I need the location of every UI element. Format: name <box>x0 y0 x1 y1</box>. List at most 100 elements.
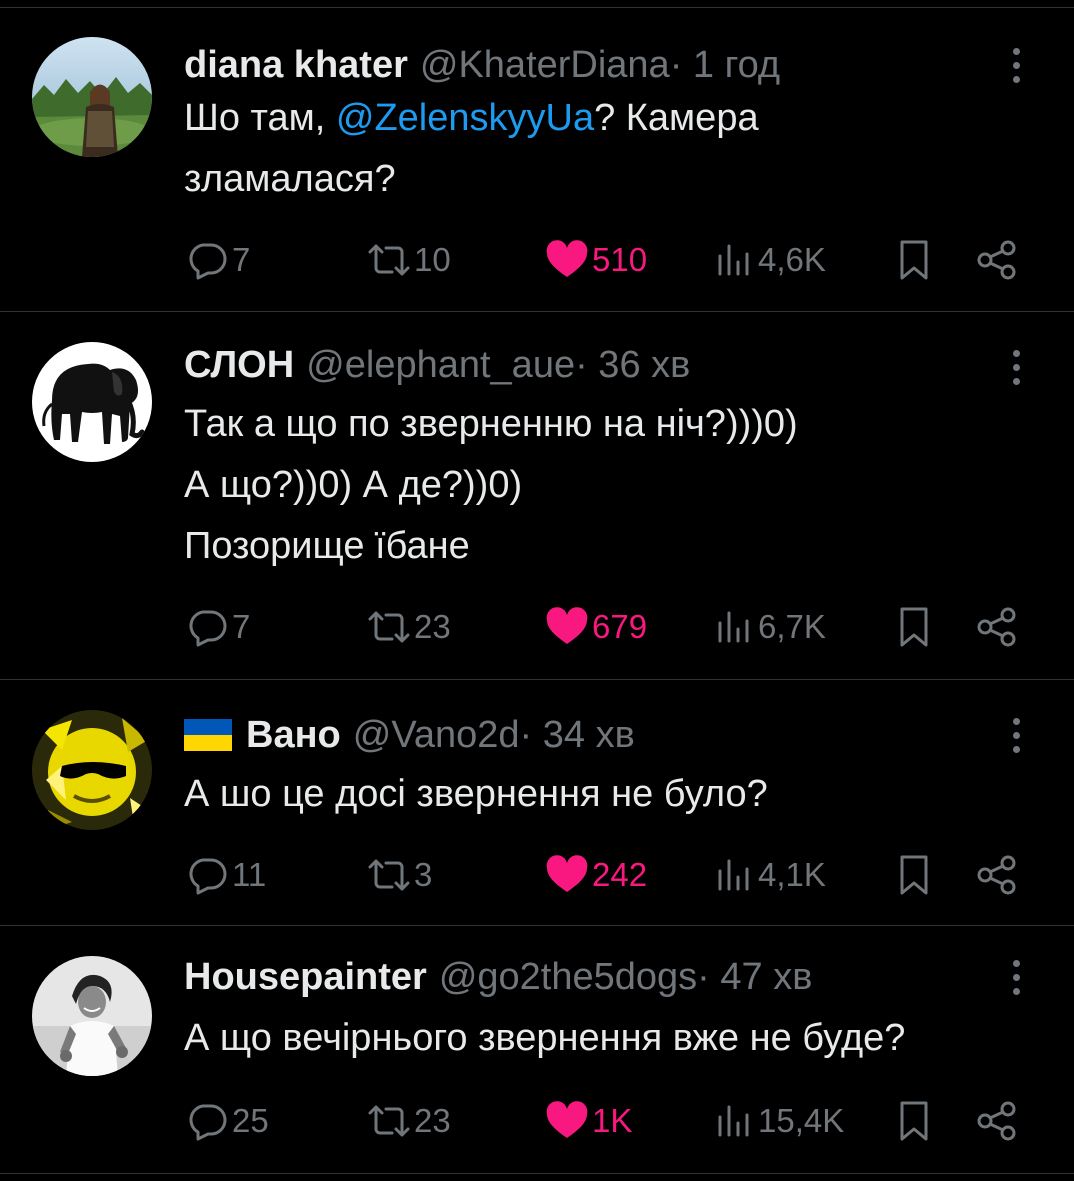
like-button[interactable]: 510 <box>544 235 647 285</box>
avatar[interactable] <box>32 710 152 830</box>
like-icon <box>546 240 588 277</box>
tweet[interactable]: diana khater @KhaterDiana · 1 год Шо там… <box>0 8 1074 312</box>
share-icon <box>977 1101 1016 1141</box>
views-count: 4,1K <box>758 856 826 893</box>
retweet-button[interactable]: 10 <box>366 235 451 285</box>
like-button[interactable]: 242 <box>544 850 647 900</box>
reply-icon <box>189 1104 227 1141</box>
timestamp[interactable]: · 34 хв <box>520 714 635 757</box>
share-button[interactable] <box>974 602 1020 652</box>
reply-count: 7 <box>232 241 251 278</box>
timestamp[interactable]: · 1 год <box>670 44 780 87</box>
views-button[interactable]: 4,6K <box>714 235 826 285</box>
avatar-photo-forest <box>32 37 152 157</box>
bookmark-icon <box>900 240 928 280</box>
avatar[interactable] <box>32 37 152 157</box>
avatar[interactable] <box>32 342 152 462</box>
like-count: 679 <box>592 608 648 645</box>
views-count: 6,7K <box>758 608 826 645</box>
top-divider <box>0 0 1074 8</box>
user-handle[interactable]: @KhaterDiana <box>420 44 670 87</box>
display-name[interactable]: Housepainter <box>184 956 427 999</box>
avatar-elephant <box>32 342 152 462</box>
tweet[interactable]: Housepainter @go2the5dogs · 47 хв А що в… <box>0 926 1074 1174</box>
views-icon <box>718 611 749 643</box>
bookmark-button[interactable] <box>894 1096 934 1146</box>
like-count: 242 <box>592 856 648 893</box>
avatar[interactable] <box>32 956 152 1076</box>
ukraine-flag-icon <box>184 719 232 751</box>
user-handle[interactable]: @Vano2d <box>353 714 520 757</box>
bookmark-icon <box>900 855 928 895</box>
more-icon[interactable] <box>1002 710 1030 760</box>
text-line: Так а що по зверненню на ніч?)))0) <box>184 403 798 445</box>
share-button[interactable] <box>974 235 1020 285</box>
bookmark-button[interactable] <box>894 850 934 900</box>
retweet-count: 23 <box>414 608 451 645</box>
reply-icon <box>189 243 227 280</box>
tweet-actions: 11 3 242 4,1K <box>0 850 1074 900</box>
share-button[interactable] <box>974 1096 1020 1146</box>
retweet-icon <box>368 244 410 276</box>
display-name[interactable]: diana khater <box>184 44 408 87</box>
user-handle[interactable]: @go2the5dogs <box>439 956 697 999</box>
reply-icon <box>189 610 227 647</box>
tweet-header: СЛОН @elephant_aue · 36 хв <box>184 340 690 390</box>
user-handle[interactable]: @elephant_aue <box>306 344 575 387</box>
like-button[interactable]: 679 <box>544 602 647 652</box>
views-count: 4,6K <box>758 241 826 278</box>
views-count: 15,4K <box>758 1102 845 1139</box>
like-icon <box>546 1101 588 1138</box>
more-icon[interactable] <box>1002 342 1030 392</box>
retweet-button[interactable]: 23 <box>366 1096 451 1146</box>
share-button[interactable] <box>974 850 1020 900</box>
reply-count: 7 <box>232 608 251 645</box>
reply-count: 25 <box>232 1102 269 1139</box>
text-line: Позорище їбане <box>184 525 470 567</box>
timestamp[interactable]: · 36 хв <box>575 344 690 387</box>
tweet-text: А що вечірнього звернення вже не буде? <box>184 1008 905 1069</box>
retweet-count: 23 <box>414 1102 451 1139</box>
more-icon[interactable] <box>1002 40 1030 90</box>
bookmark-button[interactable] <box>894 235 934 285</box>
share-icon <box>977 240 1016 280</box>
display-name[interactable]: СЛОН <box>184 344 294 387</box>
reply-button[interactable]: 7 <box>186 602 250 652</box>
text-line: А шо це досі звернення не було? <box>184 773 768 815</box>
tweet-actions: 7 10 510 4,6K <box>0 235 1074 285</box>
timestamp[interactable]: · 47 хв <box>697 956 812 999</box>
tweet-text: А шо це досі звернення не було? <box>184 764 768 825</box>
reply-icon <box>189 858 227 895</box>
reply-button[interactable]: 7 <box>186 235 250 285</box>
tweet[interactable]: Вано @Vano2d · 34 хв А шо це досі зверне… <box>0 680 1074 926</box>
bookmark-icon <box>900 607 928 647</box>
share-icon <box>977 607 1016 647</box>
like-button[interactable]: 1K <box>544 1096 632 1146</box>
avatar-photo-bw <box>32 956 152 1076</box>
like-count: 1K <box>592 1102 633 1139</box>
text-segment: Шо там, <box>184 97 336 139</box>
tweet-text: Так а що по зверненню на ніч?)))0) А що?… <box>184 394 798 577</box>
reply-button[interactable]: 11 <box>186 850 266 900</box>
reply-count: 11 <box>232 856 267 893</box>
views-button[interactable]: 6,7K <box>714 602 826 652</box>
retweet-icon <box>368 611 410 643</box>
retweet-button[interactable]: 3 <box>366 850 432 900</box>
retweet-button[interactable]: 23 <box>366 602 451 652</box>
tweet-text: Шо там, @ZelenskyyUa? Камера зламалася? <box>184 88 759 210</box>
mention-link[interactable]: @ZelenskyyUa <box>336 97 594 139</box>
avatar-sunglasses-yellow <box>32 710 152 830</box>
tweet[interactable]: СЛОН @elephant_aue · 36 хв Так а що по з… <box>0 312 1074 680</box>
display-name[interactable]: Вано <box>246 714 341 757</box>
retweet-count: 10 <box>414 241 451 278</box>
bookmark-button[interactable] <box>894 602 934 652</box>
reply-button[interactable]: 25 <box>186 1096 269 1146</box>
views-button[interactable]: 15,4K <box>714 1096 844 1146</box>
retweet-count: 3 <box>414 856 433 893</box>
tweet-actions: 25 23 1K 15,4K <box>0 1096 1074 1146</box>
more-icon[interactable] <box>1002 952 1030 1002</box>
like-icon <box>546 607 588 644</box>
views-icon <box>718 1105 749 1137</box>
views-button[interactable]: 4,1K <box>714 850 826 900</box>
tweet-header: Housepainter @go2the5dogs · 47 хв <box>184 952 812 1002</box>
